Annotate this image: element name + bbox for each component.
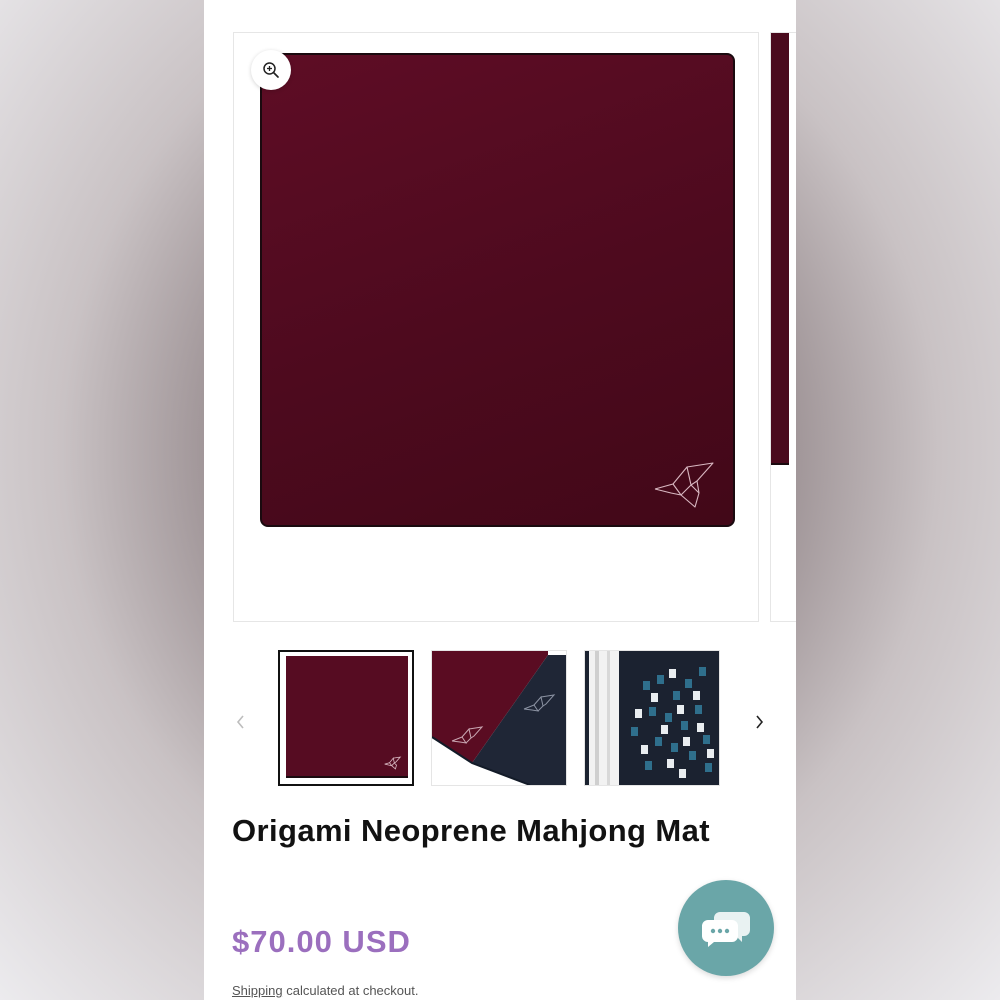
origami-bird-logo (654, 462, 714, 508)
next-image-mat (771, 33, 789, 465)
carousel-next-button[interactable] (747, 710, 771, 734)
zoom-in-icon (263, 62, 279, 78)
thumbnail-carousel (204, 648, 796, 792)
thumbnail-3[interactable] (584, 650, 720, 786)
shipping-text: calculated at checkout. (282, 983, 419, 998)
product-page: Origami Neoprene Mahjong Mat $70.00 USD … (204, 0, 796, 1000)
next-product-image-peek[interactable] (770, 32, 796, 622)
origami-bird-logo (384, 756, 402, 770)
chat-button[interactable] (678, 880, 774, 976)
thumbnail-1[interactable] (278, 650, 414, 786)
carousel-prev-button[interactable] (229, 710, 253, 734)
product-price: $70.00 USD (232, 924, 411, 959)
product-title: Origami Neoprene Mahjong Mat (232, 813, 710, 848)
main-product-image[interactable] (233, 32, 759, 622)
thumbnail-tiles (585, 651, 719, 785)
zoom-button[interactable] (251, 50, 291, 90)
thumbnail-2[interactable] (431, 650, 567, 786)
chat-bubbles-icon (702, 912, 750, 947)
thumbnail-mat-burgundy (286, 656, 408, 778)
mat-image (260, 53, 735, 527)
thumbnail-two-mats (432, 651, 566, 785)
shipping-note: Shipping calculated at checkout. (232, 983, 418, 998)
shipping-link[interactable]: Shipping (232, 983, 283, 998)
chevron-right-icon (756, 715, 764, 729)
chevron-left-icon (236, 715, 244, 729)
